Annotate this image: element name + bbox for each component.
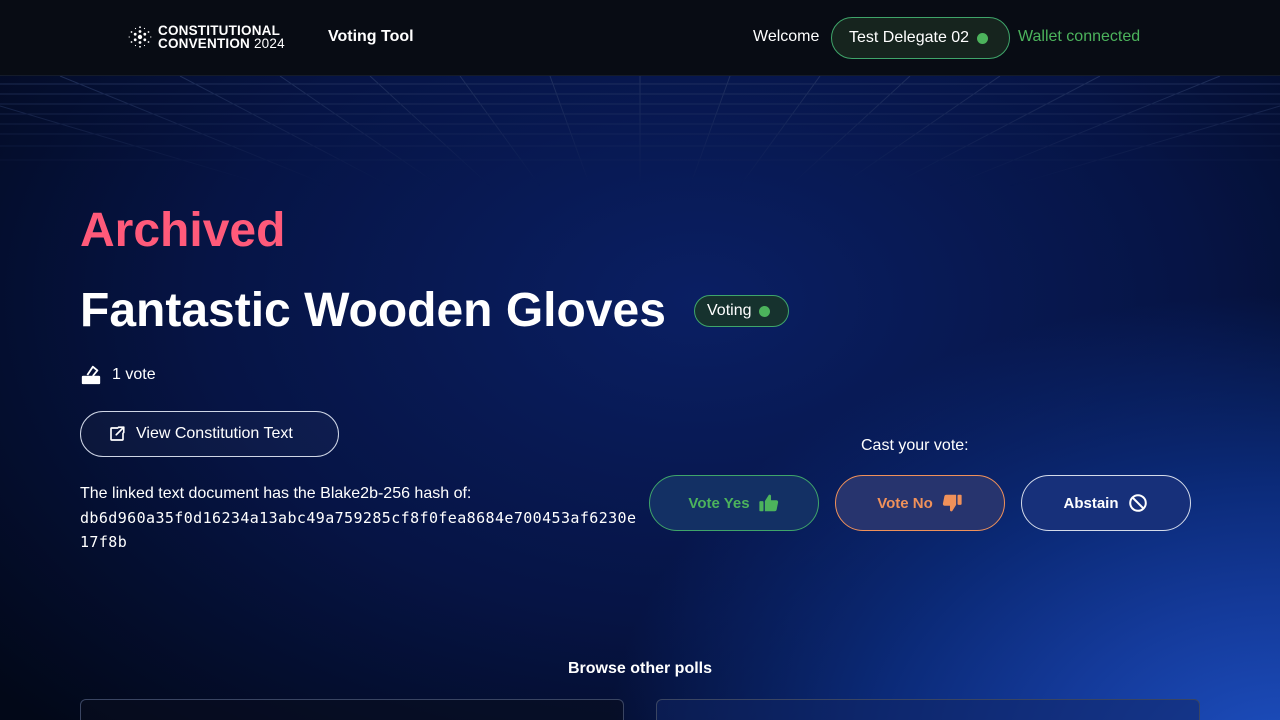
logo-convention: CONVENTION — [158, 36, 251, 51]
logo-year: 2024 — [253, 36, 285, 51]
prohibited-icon — [1128, 494, 1147, 512]
convention-logo[interactable]: CONSTITUTIONAL CONVENTION 2024 — [128, 24, 285, 50]
hash-info: The linked text document has the Blake2b… — [80, 482, 645, 554]
welcome-text: Welcome — [753, 28, 820, 45]
browse-polls-heading: Browse other polls — [567, 660, 713, 677]
thumbs-up-icon — [758, 494, 778, 512]
logo-text: CONSTITUTIONAL CONVENTION 2024 — [158, 24, 285, 51]
poll-card[interactable] — [656, 699, 1200, 720]
user-account-button[interactable]: Test Delegate 02 — [831, 17, 1010, 59]
voting-tool-link[interactable]: Voting Tool — [328, 28, 414, 46]
wallet-status: Wallet connected — [1018, 28, 1141, 45]
badge-label: Voting — [707, 302, 752, 319]
user-name: Test Delegate 02 — [849, 29, 970, 46]
abstain-label: Abstain — [1063, 494, 1119, 512]
voting-status-badge: Voting — [694, 295, 789, 327]
cardano-logo-icon — [128, 26, 152, 48]
external-link-icon — [110, 426, 125, 441]
poll-title: Fantastic Wooden Gloves — [80, 284, 666, 337]
view-constitution-label: View Constitution Text — [136, 425, 293, 442]
green-dot-icon — [759, 305, 771, 317]
thumbs-down-icon — [942, 494, 962, 512]
green-dot-icon — [977, 32, 989, 44]
poll-status-heading: Archived — [80, 204, 286, 257]
hash-label: The linked text document has the Blake2b… — [80, 485, 472, 502]
logo-line-2: CONVENTION 2024 — [158, 36, 285, 51]
vote-yes-button[interactable]: Vote Yes — [649, 475, 819, 531]
hash-value: db6d960a35f0d16234a13abc49a759285cf8f0fe… — [80, 509, 637, 551]
vote-no-button[interactable]: Vote No — [835, 475, 1005, 531]
vote-count: 1 vote — [80, 364, 156, 386]
background-grid — [0, 76, 1280, 186]
vote-yes-label: Vote Yes — [688, 494, 750, 512]
view-constitution-button[interactable]: View Constitution Text — [80, 411, 339, 457]
top-header: CONSTITUTIONAL CONVENTION 2024 Voting To… — [0, 0, 1280, 76]
cast-vote-label: Cast your vote: — [861, 437, 969, 454]
abstain-button[interactable]: Abstain — [1021, 475, 1191, 531]
ballot-box-icon — [81, 365, 101, 385]
vote-count-text: 1 vote — [112, 366, 156, 383]
poll-card[interactable] — [80, 699, 624, 720]
vote-no-label: Vote No — [877, 494, 933, 512]
